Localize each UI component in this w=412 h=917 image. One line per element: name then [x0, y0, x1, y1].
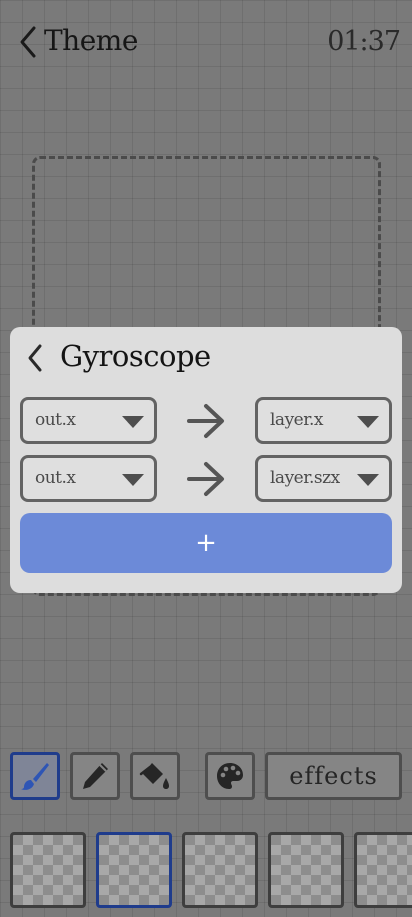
source-select-value: out.x [35, 468, 76, 488]
source-select-1[interactable]: out.x [20, 397, 157, 444]
layer-thumbnail[interactable] [354, 832, 412, 908]
arrow-right-icon [187, 404, 224, 438]
source-select-2[interactable]: out.x [20, 455, 157, 502]
target-select-value: layer.szx [270, 468, 340, 488]
layer-thumbnail[interactable] [268, 832, 344, 908]
brush-tool-button[interactable] [10, 752, 60, 800]
layer-strip [0, 830, 412, 910]
tool-bar: effects [0, 748, 412, 804]
caret-down-icon [122, 474, 144, 486]
target-select-1[interactable]: layer.x [255, 397, 392, 444]
palette-icon [217, 763, 243, 789]
chevron-left-icon [20, 26, 36, 58]
layer-thumbnail[interactable] [10, 832, 86, 908]
target-select-2[interactable]: layer.szx [255, 455, 392, 502]
caret-down-icon [122, 416, 144, 428]
arrow-right-icon [187, 462, 224, 496]
top-bar: Theme 01:37 [0, 0, 412, 86]
pencil-icon [83, 763, 108, 789]
pencil-tool-button[interactable] [70, 752, 120, 800]
brush-icon [21, 763, 49, 790]
fill-tool-button[interactable] [130, 752, 180, 800]
layer-thumbnail-selected[interactable] [96, 832, 172, 908]
modal-title: Gyroscope [60, 339, 211, 373]
layer-thumbnail[interactable] [182, 832, 258, 908]
target-select-value: layer.x [270, 410, 324, 430]
paint-bucket-icon [139, 763, 169, 789]
effects-button[interactable]: effects [265, 752, 402, 800]
chevron-left-icon [28, 344, 42, 372]
source-select-value: out.x [35, 410, 76, 430]
back-button[interactable] [14, 24, 42, 60]
clock-readout: 01:37 [327, 26, 401, 57]
caret-down-icon [357, 416, 379, 428]
add-mapping-button[interactable]: + [20, 513, 392, 573]
gyroscope-panel: Gyroscope out.x layer.x out.x layer.szx … [10, 327, 402, 593]
caret-down-icon [357, 474, 379, 486]
modal-back-button[interactable] [22, 341, 48, 375]
color-palette-button[interactable] [205, 752, 255, 800]
page-title: Theme [44, 24, 138, 57]
